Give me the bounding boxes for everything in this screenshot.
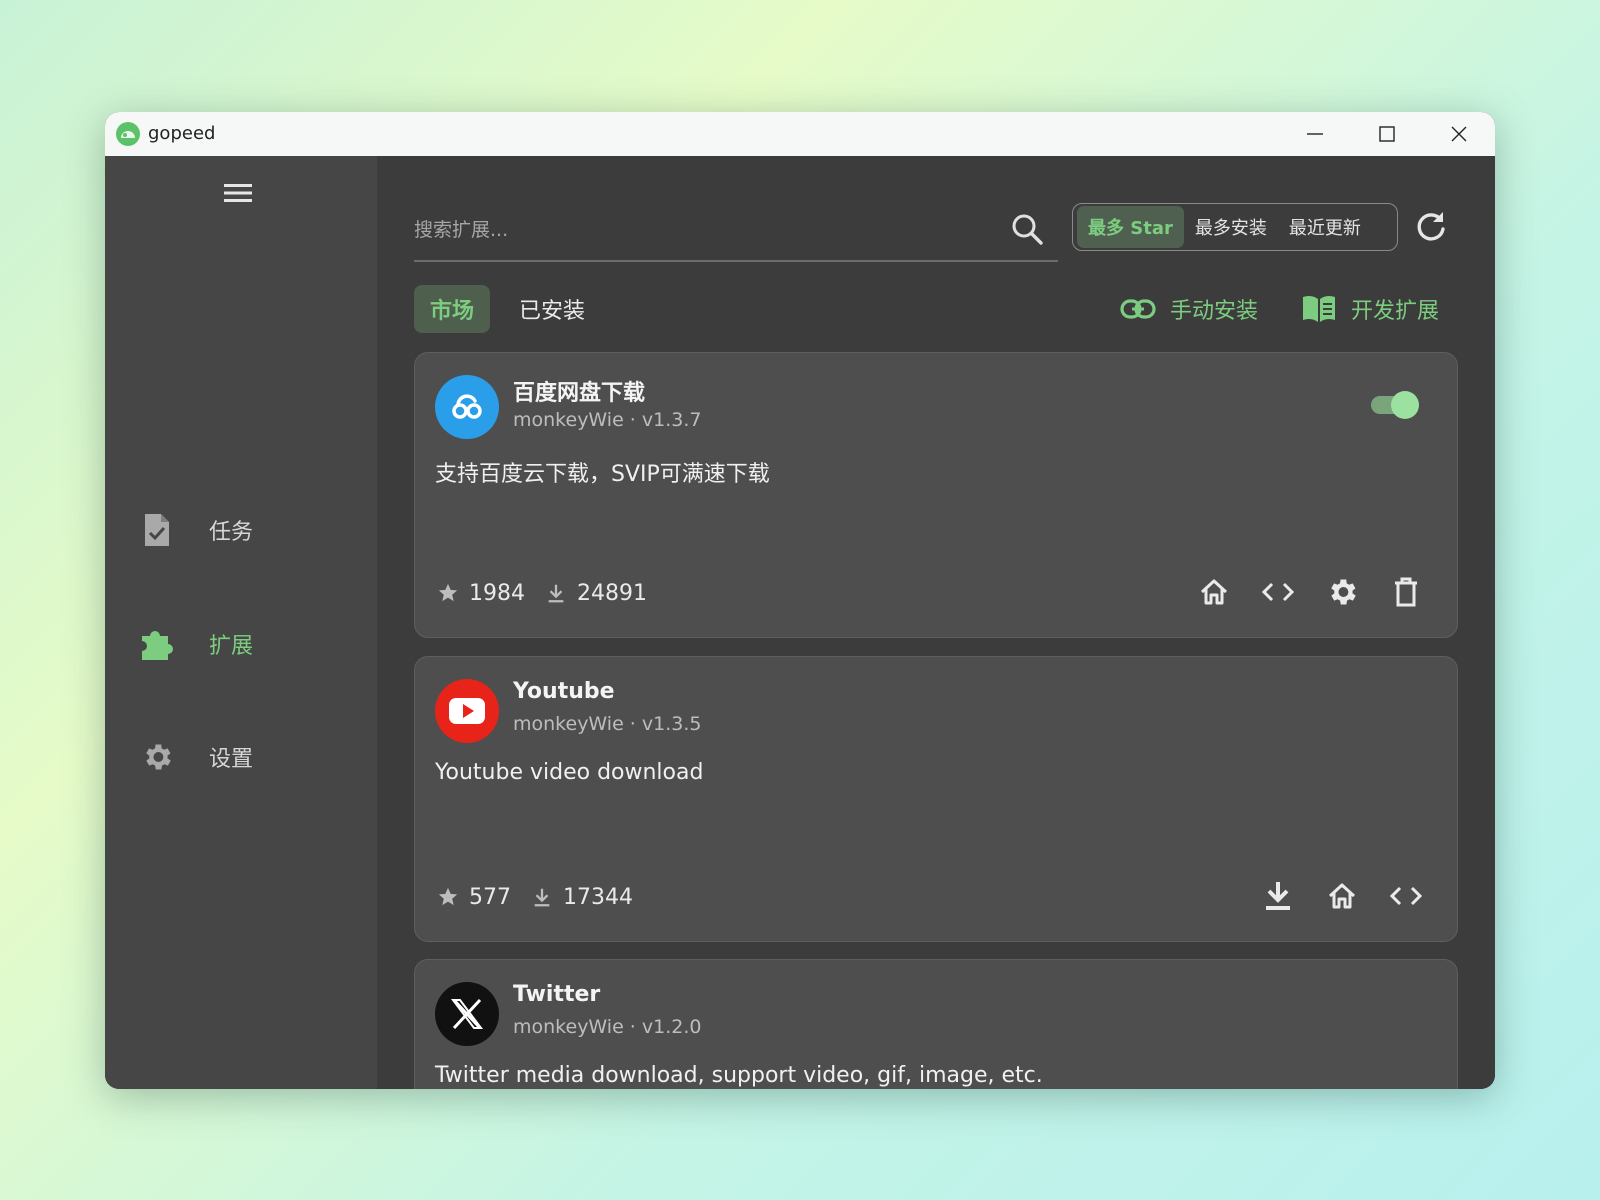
extension-description: Youtube video download [435, 760, 704, 785]
gear-icon [1331, 579, 1356, 605]
window-title: gopeed [148, 123, 216, 144]
extension-card: Twitter monkeyWie · v1.2.0 Twitter media… [414, 959, 1458, 1089]
download-icon [1266, 882, 1290, 910]
extension-name: 百度网盘下载 [513, 381, 646, 406]
sidebar-item-label: 设置 [209, 747, 254, 772]
extension-name: Youtube [513, 679, 615, 704]
extension-actions [1177, 565, 1433, 619]
refresh-icon[interactable] [1412, 208, 1450, 246]
search-icon[interactable] [1008, 210, 1046, 248]
star-count: 577 [469, 884, 511, 910]
gopeed-logo-icon [116, 122, 140, 146]
code-icon [1389, 886, 1423, 906]
menu-icon[interactable] [221, 178, 255, 208]
close-icon [1451, 126, 1467, 142]
sidebar-item-label: 任务 [209, 520, 254, 545]
manual-install-button[interactable]: 手动安装 [1120, 285, 1258, 333]
extension-settings-button[interactable] [1315, 565, 1369, 619]
gear-icon [135, 735, 179, 779]
sort-recent-update[interactable]: 最近更新 [1278, 206, 1372, 248]
title-bar: gopeed [105, 112, 1495, 156]
extension-stats: 1984 24891 [435, 573, 665, 613]
search-input[interactable] [414, 210, 984, 250]
delete-button[interactable] [1379, 565, 1433, 619]
sidebar-item-extensions[interactable]: 扩展 [135, 616, 355, 672]
extension-card: 百度网盘下载 monkeyWie · v1.3.7 支持百度云下载，SVIP可满… [414, 352, 1458, 638]
extension-description: Twitter media download, support video, g… [435, 1063, 1043, 1088]
search-bar [414, 196, 1058, 262]
sidebar-item-tasks[interactable]: 任务 [135, 502, 355, 558]
star-icon [435, 580, 461, 606]
download-count-icon [543, 580, 569, 606]
main-content: 最多 Star 最多安装 最近更新 市场 已安装 手动安装 开发扩展 [377, 156, 1495, 1089]
close-button[interactable] [1423, 112, 1495, 156]
extension-meta: monkeyWie · v1.2.0 [513, 1016, 702, 1038]
extension-actions [1241, 869, 1433, 923]
sort-selector: 最多 Star 最多安装 最近更新 [1072, 203, 1398, 251]
home-icon [1328, 883, 1356, 909]
file-check-icon [135, 508, 179, 552]
manual-install-label: 手动安装 [1170, 299, 1259, 324]
install-count: 24891 [577, 580, 647, 606]
app-window: gopeed 任务 扩展 设置 搜索扩展... 最多 Star 最多安装 最近更… [105, 112, 1495, 1089]
sort-most-star[interactable]: 最多 Star [1077, 206, 1184, 248]
tab-installed[interactable]: 已安装 [503, 285, 601, 333]
extension-meta: monkeyWie · v1.3.5 [513, 713, 702, 735]
minimize-button[interactable] [1279, 112, 1351, 156]
source-code-button[interactable] [1251, 565, 1305, 619]
star-count: 1984 [469, 580, 525, 606]
extension-card: Youtube monkeyWie · v1.3.5 Youtube video… [414, 656, 1458, 942]
puzzle-icon [135, 622, 179, 666]
extension-description: 支持百度云下载，SVIP可满速下载 [435, 462, 770, 487]
x-twitter-logo-icon [435, 982, 499, 1046]
extension-meta: monkeyWie · v1.3.7 [513, 409, 702, 431]
install-button[interactable] [1251, 869, 1305, 923]
maximize-icon [1379, 126, 1395, 142]
sort-most-installs[interactable]: 最多安装 [1184, 206, 1278, 248]
homepage-button[interactable] [1187, 565, 1241, 619]
baidu-netdisk-logo-icon [435, 375, 499, 439]
youtube-logo-icon [435, 679, 499, 743]
code-icon [1261, 582, 1295, 602]
trash-icon [1395, 577, 1417, 607]
homepage-button[interactable] [1315, 869, 1369, 923]
extension-name: Twitter [513, 982, 601, 1007]
book-icon [1303, 295, 1335, 322]
install-count: 17344 [563, 884, 633, 910]
develop-extension-label: 开发扩展 [1351, 299, 1440, 324]
home-icon [1200, 579, 1228, 605]
maximize-button[interactable] [1351, 112, 1423, 156]
sidebar: 任务 扩展 设置 [105, 156, 377, 1089]
minimize-icon [1307, 133, 1323, 135]
source-code-button[interactable] [1379, 869, 1433, 923]
develop-extension-button[interactable]: 开发扩展 [1301, 285, 1439, 333]
tab-market[interactable]: 市场 [414, 285, 491, 333]
star-icon [435, 884, 461, 910]
extension-stats: 577 17344 [435, 877, 651, 917]
sidebar-item-label: 扩展 [209, 634, 254, 659]
download-count-icon [529, 884, 555, 910]
link-icon [1120, 299, 1156, 319]
enable-toggle[interactable] [1371, 391, 1419, 419]
sidebar-item-settings[interactable]: 设置 [135, 729, 355, 785]
